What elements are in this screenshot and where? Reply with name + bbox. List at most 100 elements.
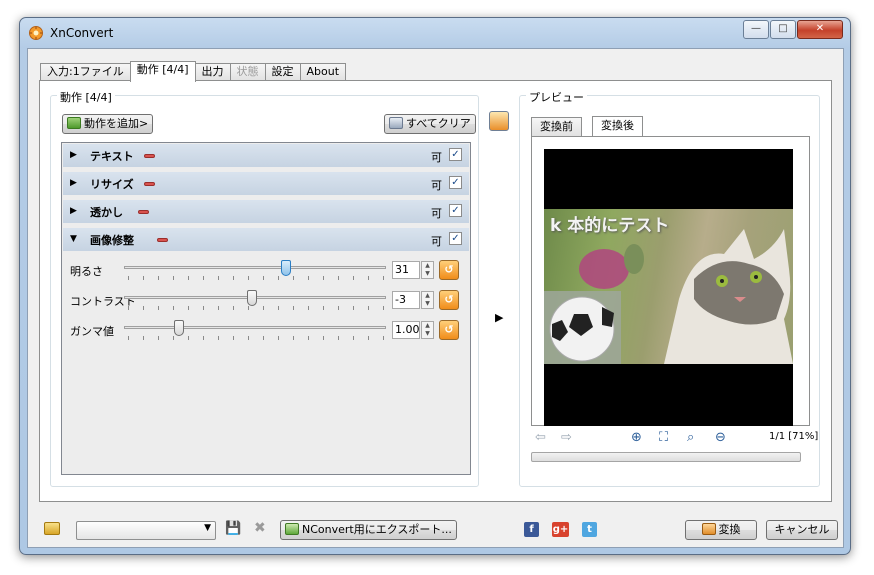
tab-output[interactable]: 出力 — [194, 63, 231, 81]
remove-operation-icon[interactable] — [144, 154, 155, 158]
tab-after[interactable]: 変換後 — [592, 116, 643, 136]
enabled-label: 可 — [431, 235, 442, 248]
slider-value-field[interactable]: 31 — [392, 261, 420, 279]
main-tabs: 入力:1ファイル 動作 [4/4] 出力 状態 設定 About — [40, 61, 347, 82]
export-nconvert-button[interactable]: NConvert用にエクスポート... — [280, 520, 457, 540]
maximize-button[interactable]: □ — [770, 20, 796, 39]
tab-input[interactable]: 入力:1ファイル — [40, 63, 131, 81]
operation-row-resize[interactable]: ▶ リサイズ 可 ✓ — [63, 172, 469, 195]
actions-group-title: 動作 [4/4] — [57, 89, 115, 105]
clear-all-label: すべてクリア — [406, 117, 471, 130]
spin-buttons[interactable]: ▲ ▼ — [421, 291, 434, 309]
operations-list: ▶ テキスト 可 ✓ ▶ リサイズ 可 ✓ ▶ 透かし 可 ✓ ▼ 画像修整 可… — [61, 142, 471, 475]
watermark-text: k 本的にテスト — [550, 216, 670, 236]
convert-label: 変換 — [718, 523, 741, 536]
window-title: XnConvert — [50, 26, 114, 40]
clear-all-button[interactable]: すべてクリア — [384, 114, 476, 134]
enabled-label: 可 — [431, 179, 442, 192]
minimize-button[interactable]: — — [743, 20, 769, 39]
actual-size-icon[interactable]: ⌕ — [687, 430, 694, 445]
slider-label: 明るさ — [70, 265, 103, 278]
remove-operation-icon[interactable] — [144, 182, 155, 186]
enabled-checkbox[interactable]: ✓ — [449, 204, 462, 217]
operation-name: 画像修整 — [90, 234, 134, 247]
slider-value-field[interactable]: -3 — [392, 291, 420, 309]
expand-arrow-icon[interactable]: ▶ — [70, 206, 77, 216]
reset-icon[interactable]: ↺ — [439, 260, 459, 280]
next-arrow-icon[interactable]: ⇨ — [561, 430, 572, 445]
delete-preset-icon[interactable]: ✖ — [254, 520, 266, 536]
preview-scrollbar[interactable] — [531, 452, 801, 462]
slider-brightness: 明るさ 31 ▲ ▼ ↺ — [62, 259, 472, 289]
tab-settings[interactable]: 設定 — [264, 63, 301, 81]
slider-contrast: コントラスト -3 ▲ ▼ ↺ — [62, 289, 472, 319]
convert-button[interactable]: 変換 — [685, 520, 757, 540]
preview-photo: k 本的にテスト — [544, 209, 793, 364]
spin-buttons[interactable]: ▲ ▼ — [421, 261, 434, 279]
xnconvert-logo-icon — [29, 26, 43, 40]
preview-frame: k 本的にテスト — [531, 136, 810, 426]
tab-actions[interactable]: 動作 [4/4] — [129, 61, 196, 82]
previous-arrow-icon[interactable]: ⇦ — [535, 430, 546, 445]
operation-row-adjust[interactable]: ▼ 画像修整 可 ✓ — [63, 228, 469, 251]
chevron-down-icon: ▼ — [204, 523, 211, 533]
zoom-in-icon[interactable]: ⊕ — [631, 430, 642, 445]
save-preset-icon[interactable]: 💾 — [225, 521, 241, 536]
add-action-icon — [67, 117, 81, 129]
operation-row-watermark[interactable]: ▶ 透かし 可 ✓ — [63, 200, 469, 223]
tab-status[interactable]: 状態 — [229, 63, 266, 81]
reset-icon[interactable]: ↺ — [439, 290, 459, 310]
preview-canvas[interactable]: k 本的にテスト — [544, 149, 793, 426]
remove-operation-icon[interactable] — [157, 238, 168, 242]
cancel-button[interactable]: キャンセル — [766, 520, 838, 540]
operation-row-text[interactable]: ▶ テキスト 可 ✓ — [63, 144, 469, 167]
add-action-button[interactable]: 動作を追加> — [62, 114, 154, 134]
zoom-level-label: 1/1 [71%] — [769, 431, 819, 442]
enabled-label: 可 — [431, 151, 442, 164]
preset-dropdown[interactable]: ▼ — [76, 521, 216, 540]
twitter-icon[interactable]: t — [582, 522, 597, 537]
slider-ticks — [128, 276, 384, 281]
facebook-icon[interactable]: f — [524, 522, 539, 537]
slider-thumb[interactable] — [247, 290, 258, 306]
open-preset-folder-icon[interactable] — [44, 522, 60, 535]
enabled-checkbox[interactable]: ✓ — [449, 232, 462, 245]
tab-before[interactable]: 変換前 — [531, 117, 582, 136]
slider-ticks — [128, 306, 384, 311]
add-action-label: 動作を追加> — [84, 117, 149, 130]
export-nconvert-label: NConvert用にエクスポート... — [302, 523, 452, 536]
convert-icon — [701, 523, 716, 535]
expand-arrow-icon[interactable]: ▶ — [70, 150, 77, 160]
collapse-arrow-icon[interactable]: ▼ — [70, 234, 77, 244]
enabled-checkbox[interactable]: ✓ — [449, 148, 462, 161]
spin-buttons[interactable]: ▲ ▼ — [421, 321, 434, 339]
app-window: XnConvert — □ ✕ 入力:1ファイル 動作 [4/4] 出力 状態 … — [19, 17, 851, 555]
expand-arrow-icon[interactable]: ▶ — [70, 178, 77, 188]
preview-group-title: プレビュー — [526, 89, 587, 105]
zoom-out-icon[interactable]: ⊖ — [715, 430, 726, 445]
remove-operation-icon[interactable] — [138, 210, 149, 214]
tab-about[interactable]: About — [299, 63, 347, 81]
slider-thumb[interactable] — [174, 320, 185, 336]
slider-thumb[interactable] — [281, 260, 292, 276]
client-area: 入力:1ファイル 動作 [4/4] 出力 状態 設定 About 動作 [4/4… — [27, 48, 844, 548]
bottom-bar: ▼ 💾 ✖ NConvert用にエクスポート... f g+ t 変換 キャンセ… — [28, 519, 845, 549]
operation-name: テキスト — [90, 150, 134, 163]
slider-gamma: ガンマ値 1.00 ▲ ▼ ↺ — [62, 319, 472, 349]
preview-toolbar: ⇦ ⇨ ⊕ ⛶ ⌕ ⊖ 1/1 [71%] — [531, 427, 818, 449]
slider-value-field[interactable]: 1.00 — [392, 321, 420, 339]
slider-track[interactable] — [124, 266, 386, 269]
reset-icon[interactable]: ↺ — [439, 320, 459, 340]
preview-toggle-icon[interactable] — [489, 111, 509, 131]
close-button[interactable]: ✕ — [797, 20, 843, 39]
title-bar[interactable]: XnConvert — □ ✕ — [20, 18, 850, 48]
slider-track[interactable] — [124, 326, 386, 329]
fit-to-window-icon[interactable]: ⛶ — [659, 430, 668, 445]
apply-arrow-icon[interactable]: ▶ — [495, 311, 503, 324]
actions-tab-panel: 動作 [4/4] 動作を追加> すべてクリア ▶ テキスト 可 ✓ ▶ リサイズ — [39, 80, 832, 502]
export-icon — [285, 523, 299, 535]
google-plus-icon[interactable]: g+ — [552, 522, 569, 537]
enabled-label: 可 — [431, 207, 442, 220]
enabled-checkbox[interactable]: ✓ — [449, 176, 462, 189]
operation-name: 透かし — [90, 206, 123, 219]
